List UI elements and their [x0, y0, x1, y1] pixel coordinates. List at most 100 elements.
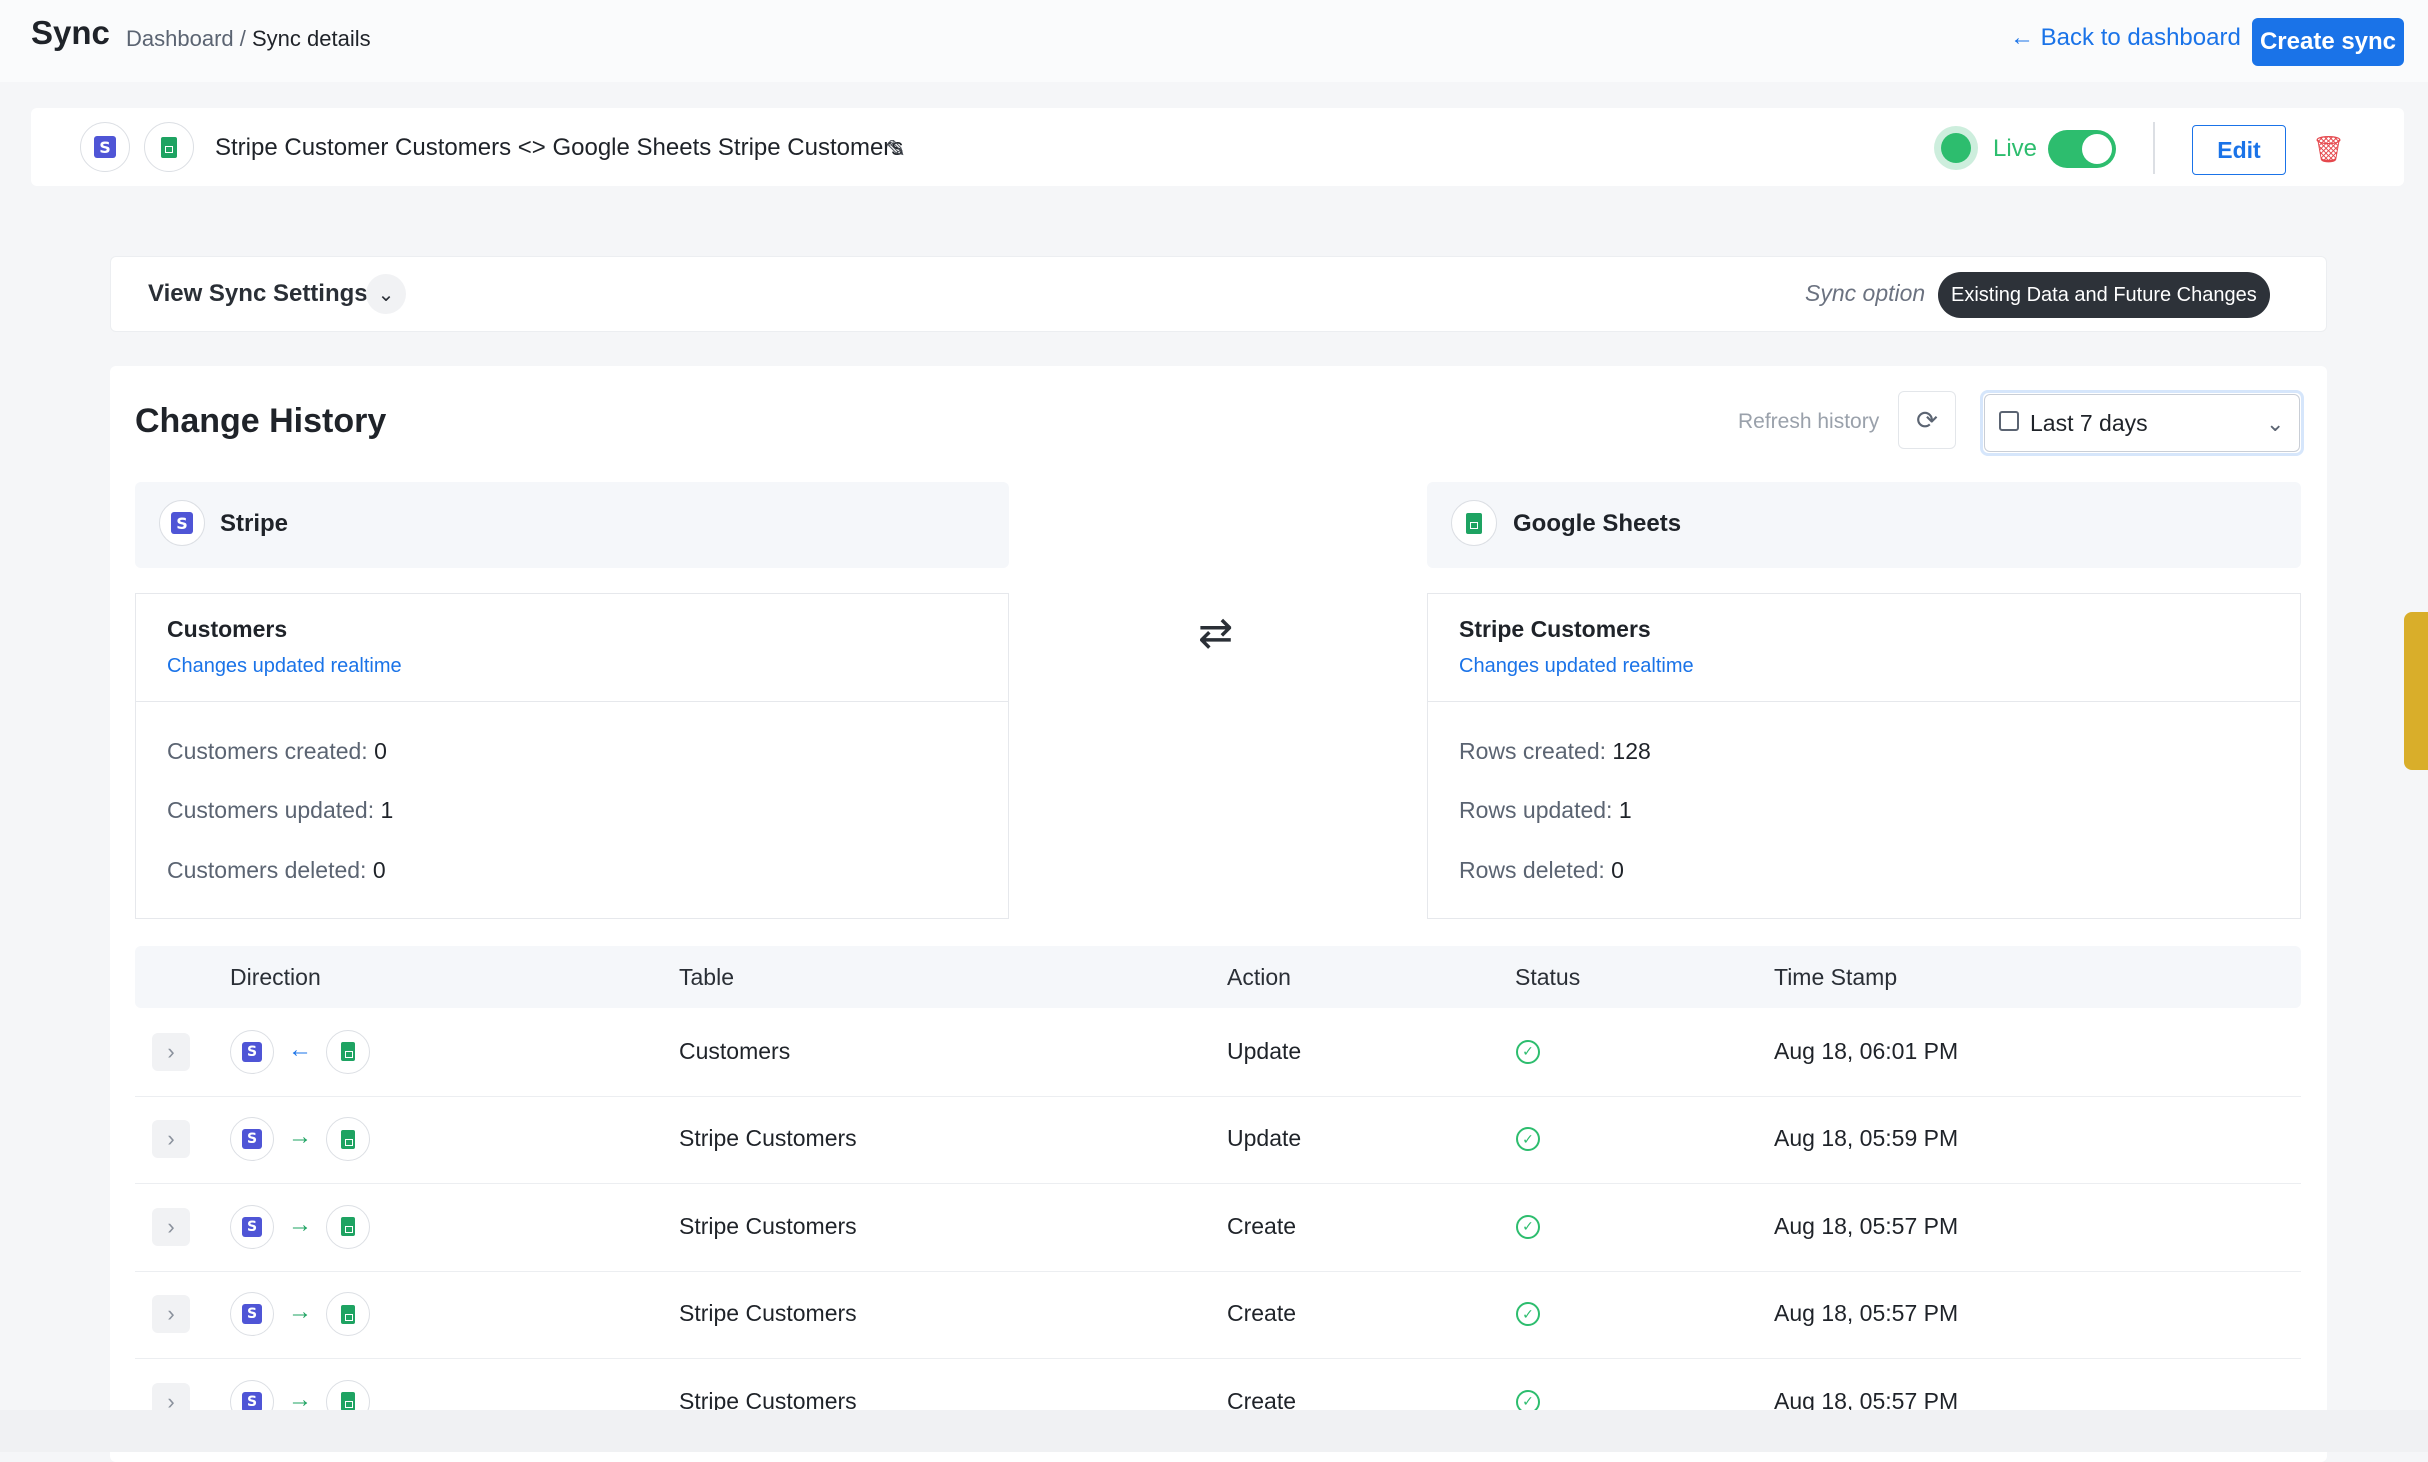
- destination-object-name: Stripe Customers: [1459, 616, 1651, 642]
- sync-name: Stripe Customer Customers <> Google Shee…: [215, 134, 904, 161]
- stripe-logo: S: [230, 1292, 274, 1337]
- back-to-dashboard-link[interactable]: ← Back to dashboard: [2010, 24, 2241, 52]
- stat-value: 1: [1618, 797, 1632, 823]
- row-divider: [135, 1183, 2301, 1184]
- swap-arrows-icon: ⇄: [1198, 609, 1234, 656]
- view-sync-settings-toggle[interactable]: View Sync Settings: [148, 280, 368, 308]
- stat-label: Customers created:: [167, 738, 375, 764]
- row-timestamp: Aug 18, 05:57 PM: [1774, 1300, 1959, 1327]
- stripe-icon: S: [242, 1216, 262, 1237]
- row-table-name: Stripe Customers: [679, 1125, 857, 1152]
- row-action: Create: [1227, 1212, 1297, 1239]
- column-header-action[interactable]: Action: [1227, 964, 1291, 991]
- live-dot-icon: [1941, 133, 1971, 163]
- stat-label: Rows deleted:: [1459, 857, 1612, 883]
- stat-label: Rows created:: [1459, 738, 1613, 764]
- google-sheets-icon: [341, 1217, 355, 1237]
- feedback-side-tab[interactable]: [2404, 612, 2428, 770]
- stripe-logo: S: [230, 1117, 274, 1162]
- breadcrumb-dashboard[interactable]: Dashboard: [126, 26, 234, 51]
- row-divider: [135, 1270, 2301, 1272]
- row-table-name: Stripe Customers: [679, 1300, 857, 1327]
- google-sheets-icon: [161, 136, 177, 158]
- change-history-title: Change History: [135, 402, 387, 440]
- delete-icon[interactable]: 🗑: [2312, 134, 2345, 165]
- google-sheets-icon: [341, 1042, 355, 1062]
- refresh-icon: ⟳: [1916, 404, 1938, 435]
- date-range-value: Last 7 days: [2030, 410, 2148, 436]
- sync-option-label: Sync option: [1805, 280, 1926, 306]
- app-title: Sync: [31, 14, 110, 51]
- stat-value: 128: [1612, 738, 1651, 764]
- column-header-timestamp[interactable]: Time Stamp: [1774, 964, 1897, 991]
- stripe-icon: S: [94, 136, 116, 158]
- edit-name-icon[interactable]: ✎: [886, 135, 906, 164]
- google-sheets-icon: [341, 1304, 355, 1324]
- row-table-name: Customers: [679, 1037, 791, 1064]
- sync-option-badge: Existing Data and Future Changes: [1938, 272, 2270, 318]
- expand-row-chevron-icon[interactable]: ›: [152, 1207, 190, 1246]
- status-success-check-icon: ✓: [1516, 1039, 1540, 1064]
- stat-label: Rows updated:: [1459, 797, 1619, 823]
- stripe-logo: S: [230, 1204, 274, 1249]
- expand-row-chevron-icon[interactable]: ›: [152, 1032, 190, 1071]
- stat-value: 0: [374, 738, 387, 764]
- row-table-name: Stripe Customers: [679, 1212, 857, 1239]
- google-sheets-icon: [341, 1392, 355, 1412]
- google-sheets-logo: [1451, 500, 1497, 546]
- live-toggle[interactable]: [2048, 130, 2116, 168]
- live-status-indicator: [1934, 126, 1978, 170]
- column-header-direction[interactable]: Direction: [230, 964, 321, 991]
- google-sheets-logo: [326, 1029, 370, 1074]
- stat-deleted: Rows deleted: 0: [1459, 857, 1624, 884]
- edit-button[interactable]: Edit: [2192, 125, 2286, 175]
- divider: [1428, 701, 2300, 702]
- destination-realtime-label: Changes updated realtime: [1459, 655, 1694, 677]
- arrow-left-icon: ←: [288, 1035, 312, 1063]
- live-status-label: Live: [1993, 135, 2038, 162]
- stat-updated: Customers updated: 1: [167, 797, 393, 824]
- expand-row-chevron-icon[interactable]: ›: [152, 1120, 190, 1159]
- google-sheets-logo: [144, 122, 194, 172]
- stripe-logo: S: [230, 1029, 274, 1074]
- create-sync-button[interactable]: Create sync: [2252, 18, 2404, 66]
- google-sheets-logo: [326, 1292, 370, 1337]
- breadcrumb-current: Sync details: [251, 26, 371, 51]
- expand-row-chevron-icon[interactable]: ›: [152, 1295, 190, 1334]
- calendar-icon: [1999, 411, 2019, 431]
- source-object-name: Customers: [167, 616, 288, 642]
- chevron-down-icon: ⌄: [2266, 411, 2285, 436]
- page-footer-strip: [0, 1410, 2428, 1452]
- stat-value: 0: [372, 857, 386, 883]
- table-header: [135, 946, 2301, 1008]
- chevron-down-icon[interactable]: ⌄: [366, 274, 406, 314]
- breadcrumb: Dashboard / Sync details: [126, 26, 371, 52]
- arrow-right-icon: →: [288, 1298, 312, 1326]
- row-divider: [135, 1095, 2301, 1097]
- row-action: Update: [1227, 1125, 1302, 1152]
- column-header-status[interactable]: Status: [1515, 964, 1580, 991]
- google-sheets-icon: [341, 1129, 355, 1149]
- row-action: Create: [1227, 1300, 1297, 1327]
- row-timestamp: Aug 18, 05:57 PM: [1774, 1212, 1959, 1239]
- stripe-logo: S: [159, 500, 205, 546]
- source-realtime-label: Changes updated realtime: [167, 655, 402, 677]
- column-header-table[interactable]: Table: [679, 964, 734, 991]
- row-action: Update: [1227, 1037, 1302, 1064]
- destination-app-name: Google Sheets: [1513, 510, 1682, 537]
- refresh-history-button[interactable]: ⟳: [1898, 391, 1956, 449]
- stat-created: Customers created: 0: [167, 738, 387, 765]
- stat-label: Customers updated:: [167, 797, 381, 823]
- stripe-icon: S: [242, 1129, 262, 1150]
- stat-label: Customers deleted:: [167, 857, 373, 883]
- breadcrumb-separator: /: [233, 26, 252, 51]
- stripe-icon: S: [242, 1041, 262, 1062]
- divider: [2153, 122, 2155, 174]
- row-divider: [135, 1358, 2301, 1359]
- refresh-history-label: Refresh history: [1738, 410, 1880, 433]
- stripe-icon: S: [242, 1391, 262, 1412]
- stripe-icon: S: [242, 1304, 262, 1325]
- stripe-icon: S: [171, 512, 193, 534]
- row-timestamp: Aug 18, 06:01 PM: [1774, 1037, 1959, 1064]
- stat-created: Rows created: 128: [1459, 738, 1651, 765]
